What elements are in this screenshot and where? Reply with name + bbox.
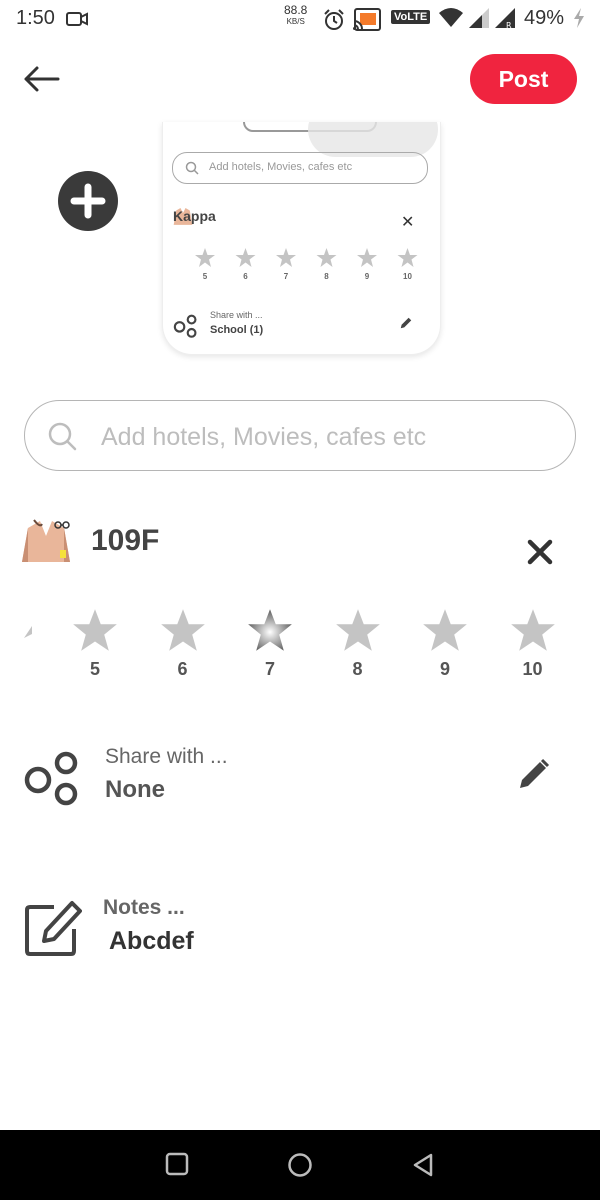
- rating-star-8[interactable]: 8: [328, 608, 388, 680]
- svg-text:R: R: [506, 21, 512, 29]
- search-icon: [185, 161, 199, 175]
- share-value: None: [105, 776, 165, 803]
- edit-share-button[interactable]: [518, 758, 550, 790]
- video-camera-icon: [66, 11, 88, 32]
- preview-star-icon: [195, 248, 215, 267]
- alarm-icon: [322, 8, 346, 37]
- wifi-icon: [438, 7, 464, 34]
- search-icon: [48, 422, 77, 451]
- status-time: 1:50: [16, 7, 55, 29]
- preview-star-5: 5: [195, 248, 215, 281]
- plus-icon: [70, 183, 106, 219]
- recents-button[interactable]: [165, 1152, 189, 1176]
- preview-close-icon: ✕: [401, 214, 415, 231]
- rating-value: 7: [264, 659, 275, 679]
- preview-star-icon: [235, 248, 256, 267]
- star-partial-icon: [24, 626, 32, 638]
- rating-value: 10: [522, 659, 543, 679]
- share-icon: [24, 751, 78, 806]
- preview-star-icon: [397, 248, 418, 267]
- preview-rating-value: 5: [203, 272, 208, 281]
- star-icon: [160, 609, 205, 651]
- back-nav-button[interactable]: [411, 1152, 435, 1178]
- preview-share-label: Share with ...: [210, 310, 263, 320]
- share-label: Share with ...: [105, 745, 228, 768]
- preview-star-10: 10: [397, 248, 418, 281]
- status-bar: 1:50 88.8 KB/S VoLTE R 49%: [0, 0, 600, 40]
- post-button[interactable]: Post: [470, 54, 577, 104]
- share-icon: [173, 314, 197, 338]
- item-title: 109F: [91, 524, 160, 557]
- charging-icon: [573, 8, 585, 33]
- preview-star-icon: [316, 248, 337, 267]
- rating-value: 9: [439, 659, 450, 679]
- search-placeholder: Add hotels, Movies, cafes etc: [101, 423, 427, 451]
- rating-star-5[interactable]: 5: [65, 608, 125, 680]
- add-button[interactable]: [58, 171, 118, 231]
- rating-star-6[interactable]: 6: [153, 608, 213, 680]
- net-speed: 88.8 KB/S: [284, 3, 308, 26]
- preview-rating-value: 7: [284, 272, 289, 281]
- volte-badge: VoLTE: [391, 10, 431, 24]
- home-button[interactable]: [287, 1152, 313, 1178]
- rating-star-9[interactable]: 9: [415, 608, 475, 680]
- preview-search-placeholder: Add hotels, Movies, cafes etc: [209, 161, 353, 173]
- arrow-left-icon: [24, 66, 60, 92]
- preview-rating-stars: 5 6 7 8 9 10: [195, 248, 418, 281]
- preview-share-value: School (1): [210, 324, 264, 336]
- star-icon: [335, 609, 380, 651]
- close-icon: [527, 539, 553, 565]
- preview-rating-value: 10: [403, 272, 412, 281]
- signal-icon: [468, 7, 490, 34]
- notes-label: Notes ...: [103, 896, 185, 919]
- preview-star-8: 8: [316, 248, 337, 281]
- notes-edit-icon[interactable]: [24, 897, 82, 957]
- star-icon: [423, 609, 467, 651]
- search-field[interactable]: Add hotels, Movies, cafes etc: [24, 400, 576, 471]
- rating-value: 5: [89, 659, 100, 679]
- back-button[interactable]: [22, 62, 62, 96]
- star-icon: [510, 609, 555, 651]
- preview-star-6: 6: [235, 248, 256, 281]
- preview-search-field: Add hotels, Movies, cafes etc: [172, 152, 428, 184]
- item-thumbnail: [22, 519, 70, 562]
- rating-star-7[interactable]: 7: [240, 608, 300, 680]
- pencil-icon: [400, 317, 412, 329]
- preview-rating-value: 6: [243, 272, 248, 281]
- preview-star-7: 7: [276, 248, 296, 281]
- rating-value: 8: [352, 659, 363, 679]
- preview-rating-value: 9: [365, 272, 370, 281]
- star-icon: [73, 609, 117, 651]
- rating-star-10[interactable]: 10: [503, 608, 563, 680]
- preview-rating-value: 8: [324, 272, 329, 281]
- star-icon: [248, 609, 292, 651]
- battery-percent: 49%: [524, 7, 565, 29]
- pencil-icon: [520, 758, 550, 788]
- preview-star-icon: [357, 248, 377, 267]
- remove-item-button[interactable]: [524, 536, 556, 568]
- preview-item-name: Kappa: [173, 208, 216, 224]
- system-nav-bar: [0, 1130, 600, 1200]
- signal-roaming-icon: R: [494, 7, 516, 34]
- rating-selector: 5 6 7 8 9 10: [0, 608, 600, 688]
- cast-icon: [352, 7, 382, 38]
- preview-star-9: 9: [357, 248, 377, 281]
- preview-star-icon: [276, 248, 296, 267]
- notes-value[interactable]: Abcdef: [109, 927, 194, 956]
- rating-value: 6: [177, 659, 188, 679]
- post-preview-card: Add hotels, Movies, cafes etc Kappa ✕ 5 6…: [162, 122, 441, 355]
